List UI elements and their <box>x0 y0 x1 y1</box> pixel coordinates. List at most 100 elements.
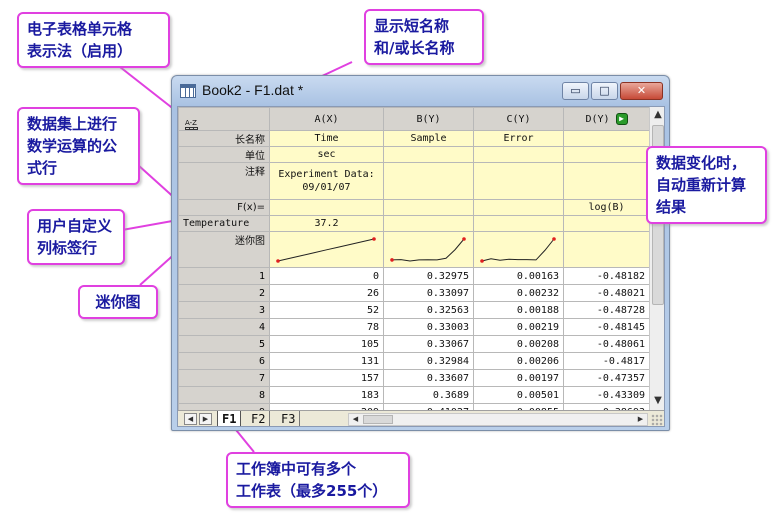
cell-d[interactable]: -0.48728 <box>563 301 650 319</box>
cell-d[interactable]: -0.48145 <box>563 318 650 336</box>
sheet-tab-f1[interactable]: F1 <box>217 411 242 426</box>
cell-c[interactable]: 0.00188 <box>473 301 564 319</box>
formula-b[interactable] <box>383 199 474 216</box>
row-number[interactable]: 2 <box>178 284 270 302</box>
cell-b[interactable]: 0.33097 <box>383 284 474 302</box>
sparkline-endpoint <box>372 236 376 241</box>
column-header-b[interactable]: B(Y) <box>383 107 474 131</box>
cell-d[interactable]: -0.48021 <box>563 284 650 302</box>
cell-d[interactable]: -0.4817 <box>563 352 650 370</box>
cell-a[interactable]: 157 <box>269 369 384 387</box>
cell-notation-corner[interactable]: A-Z <box>178 107 270 131</box>
scroll-down-icon[interactable]: ▼ <box>650 393 664 409</box>
callout-cell-notation: 电子表格单元格 表示法（启用） <box>17 12 170 68</box>
sparkline-d[interactable] <box>563 231 650 268</box>
cell-b[interactable]: 0.33067 <box>383 335 474 353</box>
units-d[interactable] <box>563 146 650 163</box>
table-row: 3 52 0.32563 0.00188 -0.48728 <box>178 301 650 319</box>
column-header-d[interactable]: D(Y) ▶ <box>563 107 650 131</box>
minimize-button[interactable]: ▭ <box>562 82 589 100</box>
cell-d[interactable]: -0.47357 <box>563 369 650 387</box>
row-label-sparklines[interactable]: 迷你图 <box>178 231 270 268</box>
cell-c[interactable]: 0.00206 <box>473 352 564 370</box>
user-param-d[interactable] <box>563 215 650 232</box>
grid-icon <box>185 127 198 130</box>
horizontal-scrollbar[interactable]: ◀ ▶ <box>348 413 648 426</box>
row-number[interactable]: 8 <box>178 386 270 404</box>
row-label-formula[interactable]: F(x)= <box>178 199 270 216</box>
close-button[interactable]: ✕ <box>620 82 663 100</box>
cell-b[interactable]: 0.32984 <box>383 352 474 370</box>
sparkline-a[interactable] <box>269 231 384 268</box>
row-number[interactable]: 3 <box>178 301 270 319</box>
cell-b[interactable]: 0.33003 <box>383 318 474 336</box>
next-sheet-icon[interactable]: ▶ <box>199 413 212 425</box>
long-name-c[interactable]: Error <box>473 130 564 147</box>
cell-a[interactable]: 52 <box>269 301 384 319</box>
workbook-window[interactable]: Book2 - F1.dat * ▭ □ ✕ A-Z A(X) B(Y) C(Y… <box>171 75 670 431</box>
cell-b[interactable]: 0.32975 <box>383 267 474 285</box>
cell-c[interactable]: 0.00501 <box>473 386 564 404</box>
formula-c[interactable] <box>473 199 564 216</box>
user-param-c[interactable] <box>473 215 564 232</box>
worksheet-grid[interactable]: A-Z A(X) B(Y) C(Y) D(Y) ▶ 长名称 Time Sample… <box>177 106 665 427</box>
user-param-a[interactable]: 37.2 <box>269 215 384 232</box>
cell-c[interactable]: 0.00163 <box>473 267 564 285</box>
row-number[interactable]: 5 <box>178 335 270 353</box>
formula-d[interactable]: log(B) <box>563 199 650 216</box>
cell-c[interactable]: 0.00197 <box>473 369 564 387</box>
sparkline-c[interactable] <box>473 231 564 268</box>
cell-a[interactable]: 105 <box>269 335 384 353</box>
row-number[interactable]: 1 <box>178 267 270 285</box>
row-label-units[interactable]: 单位 <box>178 146 270 163</box>
maximize-button[interactable]: □ <box>591 82 618 100</box>
units-a[interactable]: sec <box>269 146 384 163</box>
row-number[interactable]: 6 <box>178 352 270 370</box>
comments-c[interactable] <box>473 162 564 200</box>
cell-c[interactable]: 0.00219 <box>473 318 564 336</box>
scroll-left-icon[interactable]: ◀ <box>349 414 362 425</box>
cell-d[interactable]: -0.48061 <box>563 335 650 353</box>
scroll-right-icon[interactable]: ▶ <box>634 414 647 425</box>
long-name-d[interactable] <box>563 130 650 147</box>
prev-sheet-icon[interactable]: ◀ <box>184 413 197 425</box>
cell-c[interactable]: 0.00232 <box>473 284 564 302</box>
cell-a[interactable]: 26 <box>269 284 384 302</box>
auto-recalc-icon[interactable]: ▶ <box>615 113 628 125</box>
cell-b[interactable]: 0.32563 <box>383 301 474 319</box>
cell-c[interactable]: 0.00208 <box>473 335 564 353</box>
cell-b[interactable]: 0.33607 <box>383 369 474 387</box>
long-name-a[interactable]: Time <box>269 130 384 147</box>
sheet-tab-f3[interactable]: F3 <box>277 411 301 426</box>
cell-b[interactable]: 0.3689 <box>383 386 474 404</box>
sheet-tab-f2[interactable]: F2 <box>247 411 271 426</box>
row-label-user-param[interactable]: Temperature <box>178 215 270 232</box>
table-row: 1 0 0.32975 0.00163 -0.48182 <box>178 267 650 285</box>
units-b[interactable] <box>383 146 474 163</box>
column-header-c[interactable]: C(Y) <box>473 107 564 131</box>
row-label-long-name[interactable]: 长名称 <box>178 130 270 147</box>
row-number[interactable]: 7 <box>178 369 270 387</box>
callout-column-formula: 数据集上进行 数学运算的公 式行 <box>17 107 140 185</box>
resize-grip-icon[interactable] <box>651 414 663 426</box>
cell-d[interactable]: -0.48182 <box>563 267 650 285</box>
comments-a[interactable]: Experiment Data: 09/01/07 <box>269 162 384 200</box>
user-param-b[interactable] <box>383 215 474 232</box>
cell-d[interactable]: -0.43309 <box>563 386 650 404</box>
column-header-a[interactable]: A(X) <box>269 107 384 131</box>
cell-a[interactable]: 0 <box>269 267 384 285</box>
cell-a[interactable]: 183 <box>269 386 384 404</box>
sparkline-b[interactable] <box>383 231 474 268</box>
title-bar[interactable]: Book2 - F1.dat * ▭ □ ✕ <box>172 76 669 106</box>
row-label-comments[interactable]: 注释 <box>178 162 270 200</box>
scroll-up-icon[interactable]: ▲ <box>650 107 664 123</box>
row-number[interactable]: 4 <box>178 318 270 336</box>
horizontal-scroll-thumb[interactable] <box>363 415 393 424</box>
units-c[interactable] <box>473 146 564 163</box>
long-name-b[interactable]: Sample <box>383 130 474 147</box>
cell-a[interactable]: 78 <box>269 318 384 336</box>
comments-b[interactable] <box>383 162 474 200</box>
formula-a[interactable] <box>269 199 384 216</box>
cell-a[interactable]: 131 <box>269 352 384 370</box>
comments-d[interactable] <box>563 162 650 200</box>
